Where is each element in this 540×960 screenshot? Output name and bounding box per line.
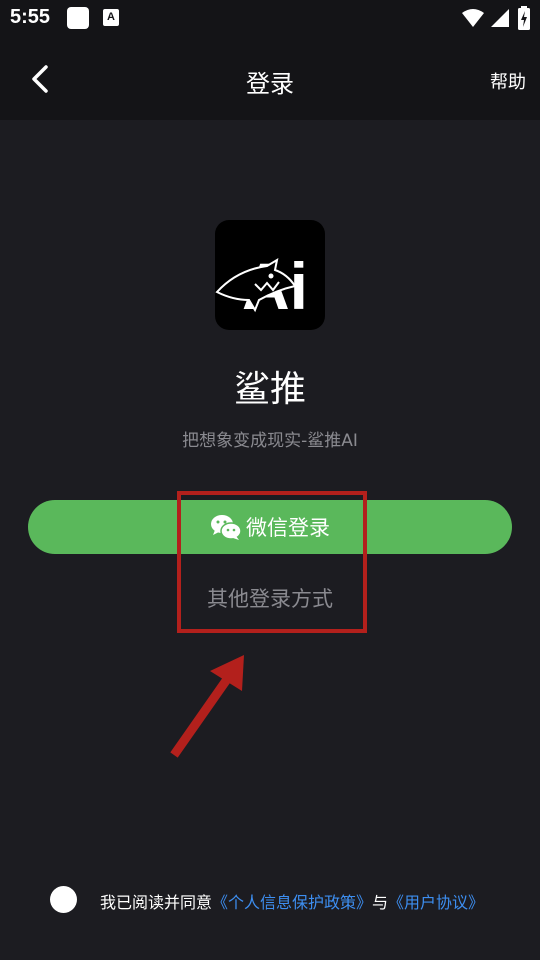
user-agreement-link[interactable]: 《用户协议》 xyxy=(388,893,484,912)
annotation-highlight-box xyxy=(177,491,367,633)
privacy-policy-link[interactable]: 《个人信息保护政策》 xyxy=(212,893,372,912)
agreement-row: 我已阅读并同意《个人信息保护政策》与《用户协议》 xyxy=(50,886,520,914)
agreement-checkbox[interactable] xyxy=(50,886,77,913)
agreement-connector: 与 xyxy=(372,893,389,912)
page-title: 登录 xyxy=(246,70,294,98)
signal-icon xyxy=(491,9,509,27)
status-time: 5:55 xyxy=(10,6,51,28)
wifi-icon xyxy=(462,9,484,27)
annotation-arrow-icon xyxy=(170,655,244,758)
agreement-prefix: 我已阅读并同意 xyxy=(100,893,213,912)
battery-charging-icon xyxy=(518,6,530,30)
shark-logo-icon: Ai xyxy=(215,249,308,323)
agreement-text: 我已阅读并同意《个人信息保护政策》与《用户协议》 xyxy=(100,889,484,913)
help-link[interactable]: 帮助 xyxy=(490,68,526,94)
notification-a-icon: A xyxy=(103,9,119,26)
app-name: 鲨推 xyxy=(233,369,306,410)
notification-icon xyxy=(67,7,89,29)
status-bar: 5:55 A xyxy=(0,0,540,36)
app-slogan: 把想象变成现实-鲨推AI xyxy=(182,431,358,451)
app-logo: Ai xyxy=(215,220,325,330)
app-bar: 登录 帮助 xyxy=(0,36,540,120)
